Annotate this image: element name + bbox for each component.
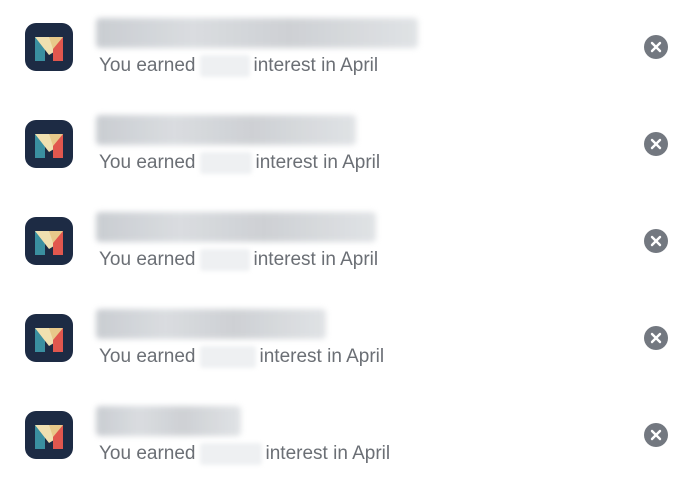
notification-subtitle: You earned interest in April — [99, 442, 390, 466]
dismiss-button[interactable] — [644, 35, 668, 59]
redacted-notification-title — [96, 115, 356, 145]
dismiss-button[interactable] — [644, 132, 668, 156]
redacted-amount — [199, 152, 252, 174]
close-icon — [650, 41, 662, 53]
dismiss-button[interactable] — [644, 423, 668, 447]
dismiss-button[interactable] — [644, 229, 668, 253]
redacted-amount — [199, 346, 256, 368]
notification-subtitle: You earned interest in April — [99, 54, 378, 78]
notification-subtitle: You earned interest in April — [99, 248, 378, 272]
monzo-app-icon — [25, 411, 73, 459]
subtitle-prefix: You earned — [99, 443, 196, 464]
redacted-notification-title — [96, 406, 241, 436]
monzo-app-icon — [25, 23, 73, 71]
notification-subtitle: You earned interest in April — [99, 151, 380, 175]
close-icon — [650, 429, 662, 441]
dismiss-button[interactable] — [644, 326, 668, 350]
redacted-amount — [199, 443, 262, 465]
redacted-notification-title — [96, 18, 418, 48]
subtitle-prefix: You earned — [99, 55, 196, 76]
subtitle-suffix: interest in April — [265, 443, 391, 464]
subtitle-suffix: interest in April — [255, 152, 381, 173]
close-icon — [650, 235, 662, 247]
monzo-app-icon — [25, 314, 73, 362]
notification-item[interactable]: You earned interest in April — [0, 390, 690, 480]
subtitle-suffix: interest in April — [253, 249, 379, 270]
monzo-app-icon — [25, 120, 73, 168]
subtitle-suffix: interest in April — [253, 55, 379, 76]
subtitle-prefix: You earned — [99, 346, 196, 367]
notification-item[interactable]: You earned interest in April — [0, 196, 690, 286]
subtitle-prefix: You earned — [99, 152, 196, 173]
notification-item[interactable]: You earned interest in April — [0, 99, 690, 189]
monzo-app-icon — [25, 217, 73, 265]
subtitle-prefix: You earned — [99, 249, 196, 270]
redacted-notification-title — [96, 309, 326, 339]
subtitle-suffix: interest in April — [259, 346, 385, 367]
notification-item[interactable]: You earned interest in April — [0, 2, 690, 92]
redacted-notification-title — [96, 212, 376, 242]
notification-subtitle: You earned interest in April — [99, 345, 384, 369]
close-icon — [650, 138, 662, 150]
redacted-amount — [199, 55, 250, 77]
notification-list: You earned interest in April You earned in… — [0, 0, 690, 492]
notification-item[interactable]: You earned interest in April — [0, 293, 690, 383]
close-icon — [650, 332, 662, 344]
redacted-amount — [199, 249, 250, 271]
